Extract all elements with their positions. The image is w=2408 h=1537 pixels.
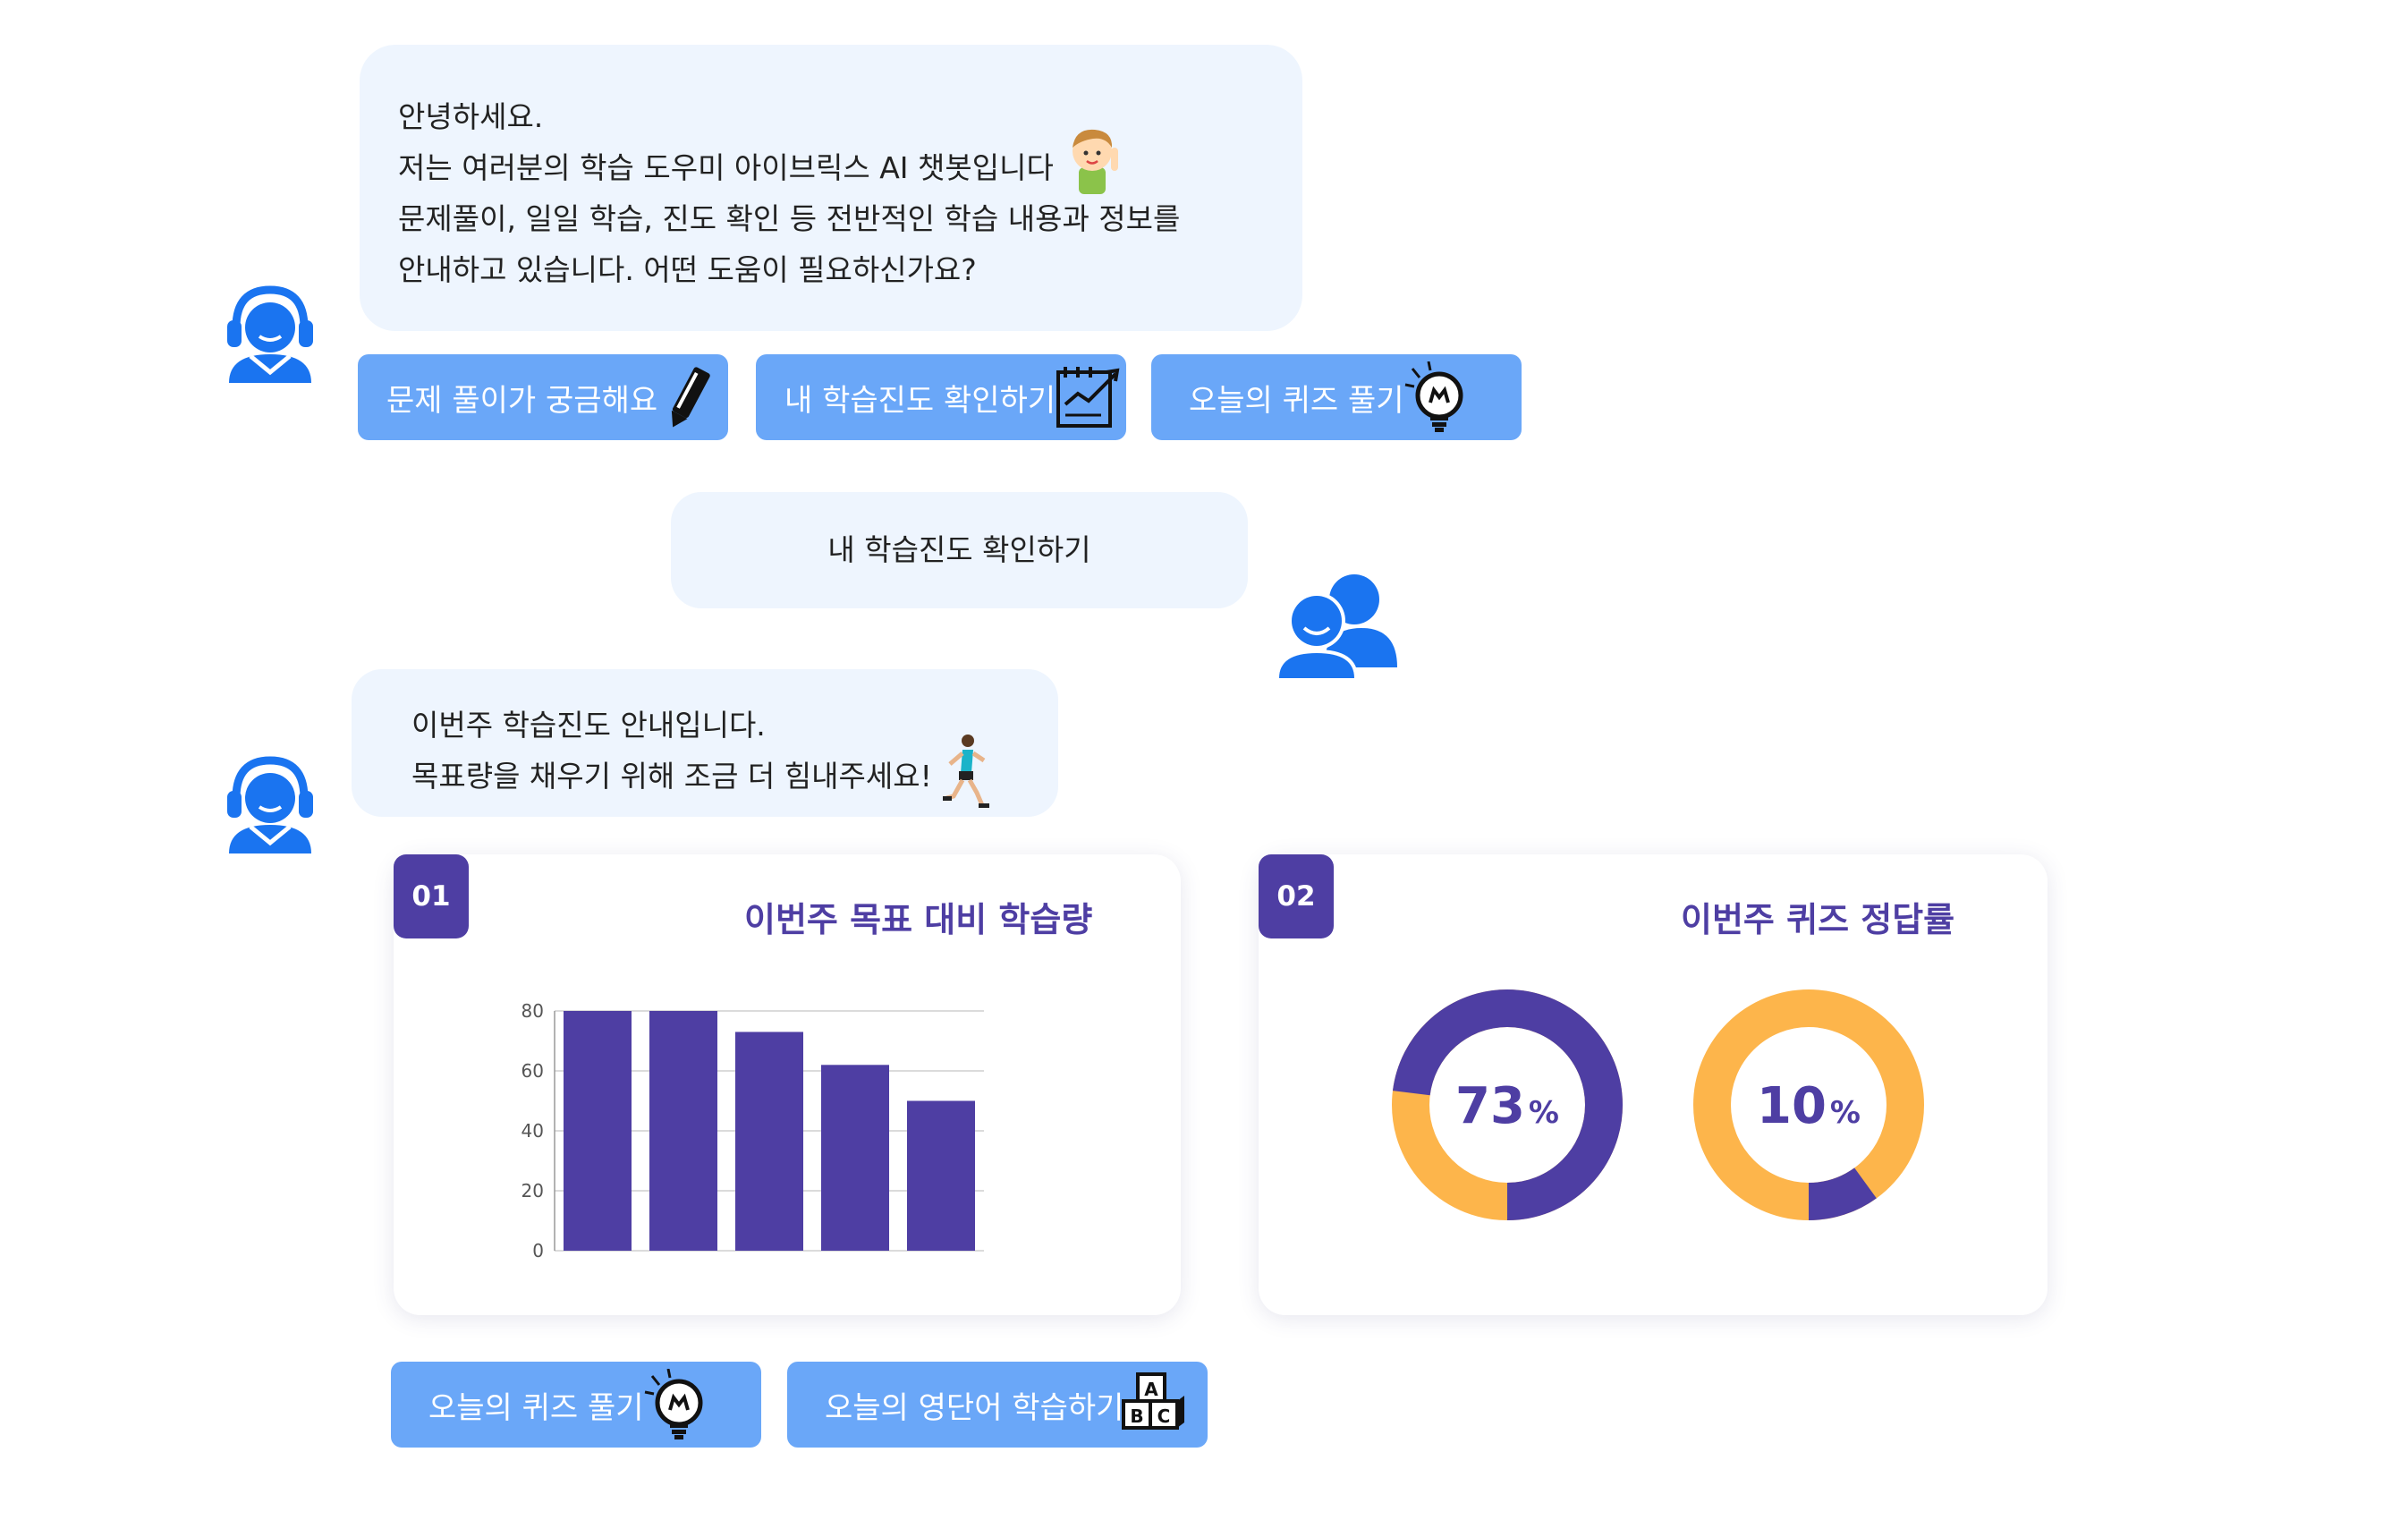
y-tick-label: 40 (521, 1120, 544, 1142)
quick-reply-quiz-button[interactable]: 오늘의 퀴즈 풀기 (1151, 354, 1522, 440)
greeting-line: 저는 여러분의 학습 도우미 아이브릭스 AI 챗봇입니다 (398, 129, 1180, 194)
runner-icon (942, 734, 989, 808)
weekly-study-amount-card: 01 이번주 목표 대비 학습량 020406080월화수목금 (394, 854, 1181, 1315)
progress-chart-icon (1056, 367, 1120, 428)
bar-금 (907, 1100, 975, 1251)
card-title: 이번주 퀴즈 정답률 (1681, 900, 1955, 939)
bar-수 (735, 1032, 803, 1251)
bot-avatar-headset-icon (227, 756, 313, 853)
greeting-line: 문제풀이, 일일 학습, 진도 확인 등 전반적인 학습 내용과 정보를 (398, 201, 1181, 236)
quick-reply-problem-solving-button[interactable]: 문제 풀이가 궁금해요 (358, 354, 728, 440)
waving-student-icon (1072, 129, 1118, 194)
progress-line: 이번주 학습진도 안내입니다. (411, 708, 766, 743)
pencil-icon (671, 367, 710, 428)
svg-text:B: B (1130, 1405, 1143, 1427)
y-tick-label: 60 (521, 1060, 544, 1082)
bar-월 (564, 1011, 632, 1251)
quick-reply-label: 내 학습진도 확인하기 (784, 382, 1056, 419)
quick-reply-quiz-button[interactable]: 오늘의 퀴즈 풀기 (391, 1362, 761, 1448)
bot-greeting-text: 안녕하세요. 저는 여러분의 학습 도우미 아이브릭스 AI 챗봇입니다 문제풀… (398, 91, 1180, 295)
bot-progress-text: 이번주 학습진도 안내입니다. 목표량을 채우기 위해 조금 더 힘내주세요! (411, 700, 991, 808)
bot-avatar-headset-icon (227, 285, 313, 383)
donut-value-label: 10% (1757, 1077, 1861, 1135)
svg-text:A: A (1144, 1379, 1158, 1400)
quick-reply-label: 오늘의 퀴즈 풀기 (428, 1389, 644, 1426)
bar-화 (649, 1011, 717, 1251)
y-tick-label: 80 (521, 1000, 544, 1022)
lightbulb-icon (644, 1369, 703, 1439)
y-tick-label: 20 (521, 1180, 544, 1202)
card-number-badge: 01 (394, 854, 469, 938)
y-tick-label: 0 (532, 1240, 544, 1261)
lightbulb-icon (1404, 361, 1463, 432)
quick-reply-vocabulary-button[interactable]: 오늘의 영단어 학습하기 A B C (787, 1362, 1208, 1448)
user-message-text: 내 학습진도 확인하기 (827, 532, 1091, 567)
card-number-badge: 02 (1259, 854, 1334, 938)
card-title: 이번주 목표 대비 학습량 (744, 900, 1093, 939)
bar-목 (821, 1065, 889, 1251)
quiz-accuracy-donut-charts: 73%영어10%수학 (1392, 989, 1924, 1220)
study-amount-bar-chart: 020406080월화수목금 (521, 1000, 984, 1261)
quick-reply-label: 오늘의 영단어 학습하기 (825, 1389, 1124, 1426)
quick-reply-label: 오늘의 퀴즈 풀기 (1189, 382, 1404, 419)
quick-reply-check-progress-button[interactable]: 내 학습진도 확인하기 (756, 354, 1126, 440)
weekly-quiz-accuracy-card: 02 이번주 퀴즈 정답률 73%영어10%수학 (1259, 854, 2048, 1315)
donut-value-label: 73% (1455, 1077, 1559, 1135)
greeting-line: 안내하고 있습니다. 어떤 도움이 필요하신가요? (398, 252, 977, 287)
svg-text:C: C (1157, 1405, 1171, 1427)
user-avatar-people-icon (1276, 574, 1397, 678)
abc-blocks-icon: A B C (1122, 1372, 1184, 1430)
progress-line: 목표량을 채우기 위해 조금 더 힘내주세요! (411, 734, 991, 808)
quick-reply-label: 문제 풀이가 궁금해요 (386, 382, 658, 419)
